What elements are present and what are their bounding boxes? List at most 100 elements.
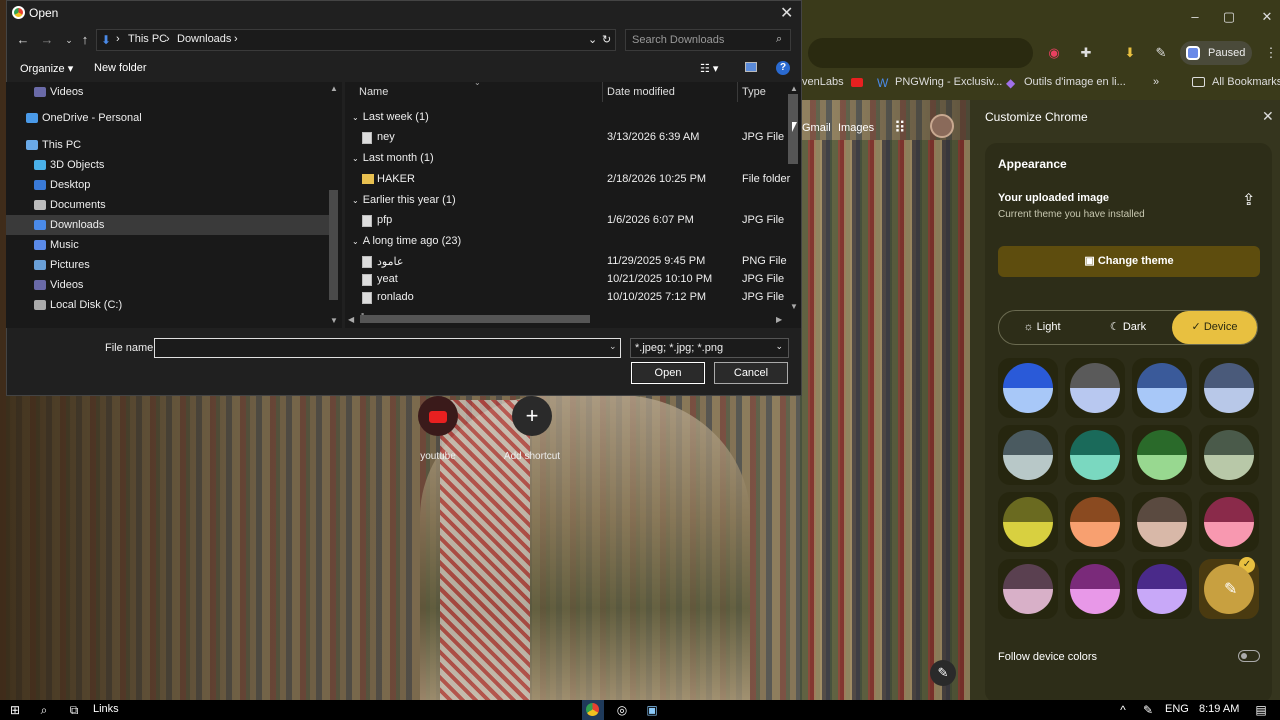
file-name[interactable]: pfp xyxy=(377,214,392,226)
images-link[interactable]: Images xyxy=(838,122,874,134)
theme-swatch[interactable] xyxy=(998,559,1058,619)
device-mode-button[interactable]: ✓ Device xyxy=(1172,311,1257,344)
file-name[interactable]: ney xyxy=(377,131,395,143)
refresh-icon[interactable]: ↻ xyxy=(602,33,611,46)
light-mode-button[interactable]: ☼ Light xyxy=(999,311,1085,344)
theme-swatch[interactable] xyxy=(1199,492,1259,552)
theme-swatch[interactable] xyxy=(1065,425,1125,485)
profile-paused-button[interactable]: Paused xyxy=(1180,41,1252,65)
theme-swatch[interactable] xyxy=(998,358,1058,418)
back-arrow-icon[interactable]: ← xyxy=(12,29,34,51)
theme-swatch[interactable] xyxy=(1132,492,1192,552)
nav-item[interactable]: Desktop xyxy=(6,175,336,195)
file-name[interactable]: عامود xyxy=(377,255,403,268)
search-input[interactable]: Search Downloads xyxy=(625,29,791,51)
file-name[interactable]: yeat xyxy=(377,273,398,285)
column-type[interactable]: Type xyxy=(742,86,766,98)
theme-swatch[interactable] xyxy=(998,492,1058,552)
file-name[interactable]: ronlado xyxy=(377,291,414,303)
chevron-down-icon[interactable]: ⌄ xyxy=(609,341,617,352)
tray-chevron-icon[interactable]: ^ xyxy=(1115,702,1131,718)
nav-item[interactable]: Documents xyxy=(6,195,336,215)
theme-swatch[interactable] xyxy=(1132,358,1192,418)
bookmark-item[interactable]: venLabs xyxy=(802,76,844,88)
maximize-icon[interactable]: ▢ xyxy=(1218,6,1240,28)
close-icon[interactable]: ✕ xyxy=(780,3,793,23)
theme-swatch[interactable] xyxy=(1065,358,1125,418)
horizontal-scrollbar[interactable] xyxy=(360,315,590,323)
youtube-shortcut[interactable] xyxy=(418,396,458,436)
download-icon[interactable]: ⬇ xyxy=(1119,42,1141,64)
scroll-down-icon[interactable]: ▼ xyxy=(330,316,338,325)
theme-swatch[interactable] xyxy=(1065,492,1125,552)
nav-item[interactable]: Music xyxy=(6,235,336,255)
avatar[interactable] xyxy=(930,114,954,138)
nav-item[interactable]: OneDrive - Personal xyxy=(6,108,336,128)
nav-item[interactable]: 3D Objects xyxy=(6,155,336,175)
change-theme-button[interactable]: ▣ Change theme xyxy=(998,246,1260,277)
theme-swatch[interactable]: ✓ ✎ xyxy=(1199,557,1259,619)
bookmark-item[interactable]: Outils d'image en li... xyxy=(1024,76,1126,88)
organize-button[interactable]: Organize ▾ xyxy=(20,62,73,75)
puzzle-icon[interactable]: ✚ xyxy=(1075,42,1097,64)
apps-grid-icon[interactable]: ⠿ xyxy=(894,118,906,138)
address-bar[interactable] xyxy=(96,29,616,51)
network-icon[interactable]: ✎ xyxy=(1140,702,1156,718)
nav-item[interactable]: Downloads xyxy=(6,215,336,235)
column-date-modified[interactable]: Date modified xyxy=(607,86,675,98)
windows-start-icon[interactable]: ⊞ xyxy=(7,702,23,718)
nav-item[interactable]: Local Disk (C:) xyxy=(6,295,336,315)
omnibox[interactable] xyxy=(808,38,1033,68)
chevron-right-icon[interactable]: » xyxy=(1153,76,1159,88)
follow-device-toggle[interactable] xyxy=(1238,650,1260,662)
open-button[interactable]: Open xyxy=(631,362,705,384)
task-view-icon[interactable]: ⧉ xyxy=(66,702,82,718)
theme-swatch[interactable] xyxy=(1132,425,1192,485)
scroll-up-icon[interactable]: ▲ xyxy=(790,84,798,93)
nav-item[interactable]: Pictures xyxy=(6,255,336,275)
notification-icon[interactable]: ▤ xyxy=(1253,702,1269,718)
bookmark-item[interactable]: PNGWing - Exclusiv... xyxy=(895,76,1002,88)
all-bookmarks[interactable]: All Bookmarks xyxy=(1212,76,1280,88)
file-type-select[interactable]: *.jpeg; *.jpg; *.png ⌄ xyxy=(630,338,789,358)
links-toolbar[interactable]: Links xyxy=(93,703,119,715)
column-name[interactable]: Name xyxy=(359,86,388,98)
file-name[interactable]: HAKER xyxy=(377,173,415,185)
pen-icon[interactable]: ✎ xyxy=(1150,42,1172,64)
dark-mode-button[interactable]: ☾ Dark xyxy=(1085,311,1171,344)
preview-pane-icon[interactable] xyxy=(745,62,757,72)
theme-swatch[interactable] xyxy=(998,425,1058,485)
nav-item[interactable]: This PC xyxy=(6,135,336,155)
cancel-button[interactable]: Cancel xyxy=(714,362,788,384)
column-separator[interactable] xyxy=(602,82,603,102)
language-indicator[interactable]: ENG xyxy=(1165,703,1189,715)
help-icon[interactable]: ? xyxy=(776,61,790,75)
breadcrumb-this-pc[interactable]: This PC xyxy=(128,33,167,45)
scroll-down-icon[interactable]: ▼ xyxy=(790,302,798,311)
theme-swatch[interactable] xyxy=(1199,425,1259,485)
file-name-input[interactable] xyxy=(154,338,621,358)
scroll-up-icon[interactable]: ▲ xyxy=(330,84,338,93)
nav-item[interactable]: Videos xyxy=(6,82,336,102)
up-arrow-icon[interactable]: ↑ xyxy=(74,29,96,51)
app-icon[interactable]: ◎ xyxy=(614,702,630,718)
theme-swatch[interactable] xyxy=(1199,358,1259,418)
group-header[interactable]: ⌄ Earlier this year (1) xyxy=(352,194,456,206)
scroll-left-icon[interactable]: ◀ xyxy=(348,315,354,324)
customize-pencil-icon[interactable]: ✎ xyxy=(930,660,956,686)
app-icon[interactable]: ▣ xyxy=(644,702,660,718)
group-header[interactable]: ⌄ Last month (1) xyxy=(352,152,434,164)
breadcrumb-downloads[interactable]: Downloads xyxy=(177,33,231,45)
forward-arrow-icon[interactable]: → xyxy=(36,29,58,51)
close-window-icon[interactable]: ✕ xyxy=(1256,6,1278,28)
minimize-icon[interactable]: – xyxy=(1184,6,1206,28)
search-icon[interactable]: ⌕ xyxy=(36,702,52,718)
theme-swatch[interactable] xyxy=(1065,559,1125,619)
scroll-right-icon[interactable]: ▶ xyxy=(776,315,782,324)
column-separator[interactable] xyxy=(737,82,738,102)
close-icon[interactable]: ✕ xyxy=(1262,108,1274,125)
theme-swatch[interactable] xyxy=(1132,559,1192,619)
extension-icon[interactable]: ◉ xyxy=(1043,42,1065,64)
add-shortcut-icon[interactable]: + xyxy=(512,396,552,436)
gmail-link[interactable]: Gmail xyxy=(802,122,831,134)
